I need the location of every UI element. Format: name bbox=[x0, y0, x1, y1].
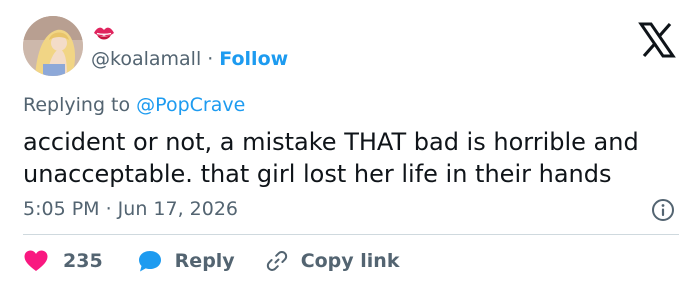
separator-dot: · bbox=[207, 48, 214, 70]
link-icon bbox=[265, 249, 289, 273]
tweet-card: @koalamall · Follow Replying to @PopCrave … bbox=[0, 0, 700, 287]
tweet-text: accident or not, a mistake THAT bad is h… bbox=[23, 126, 683, 190]
x-logo-icon[interactable] bbox=[637, 22, 677, 58]
replying-to-mention[interactable]: @PopCrave bbox=[136, 94, 245, 116]
action-bar: 235 Reply Copy link bbox=[23, 248, 399, 274]
author-row: @koalamall · Follow bbox=[91, 48, 288, 70]
copy-link-button[interactable]: Copy link bbox=[265, 249, 400, 273]
info-icon[interactable] bbox=[651, 198, 675, 222]
author-handle[interactable]: @koalamall bbox=[91, 48, 201, 70]
avatar[interactable] bbox=[23, 16, 83, 76]
replying-to-line: Replying to @PopCrave bbox=[23, 93, 245, 117]
copy-link-label: Copy link bbox=[300, 250, 400, 272]
avatar-image bbox=[23, 16, 83, 76]
tweet-text-line: accident or not, a mistake THAT bad is h… bbox=[23, 128, 639, 156]
like-count: 235 bbox=[63, 250, 103, 272]
divider bbox=[23, 234, 679, 235]
heart-icon bbox=[23, 249, 49, 273]
speech-bubble-icon bbox=[137, 249, 163, 273]
tweet-timestamp[interactable]: 5:05 PM · Jun 17, 2026 bbox=[23, 197, 238, 221]
follow-button[interactable]: Follow bbox=[219, 48, 288, 70]
reply-button[interactable]: Reply bbox=[137, 249, 235, 273]
replying-to-prefix: Replying to bbox=[23, 94, 131, 116]
kiss-mark-icon bbox=[91, 24, 117, 44]
tweet-text-line: unacceptable. that girl lost her life in… bbox=[23, 160, 612, 188]
like-button[interactable]: 235 bbox=[23, 249, 103, 273]
reply-label: Reply bbox=[174, 250, 235, 272]
